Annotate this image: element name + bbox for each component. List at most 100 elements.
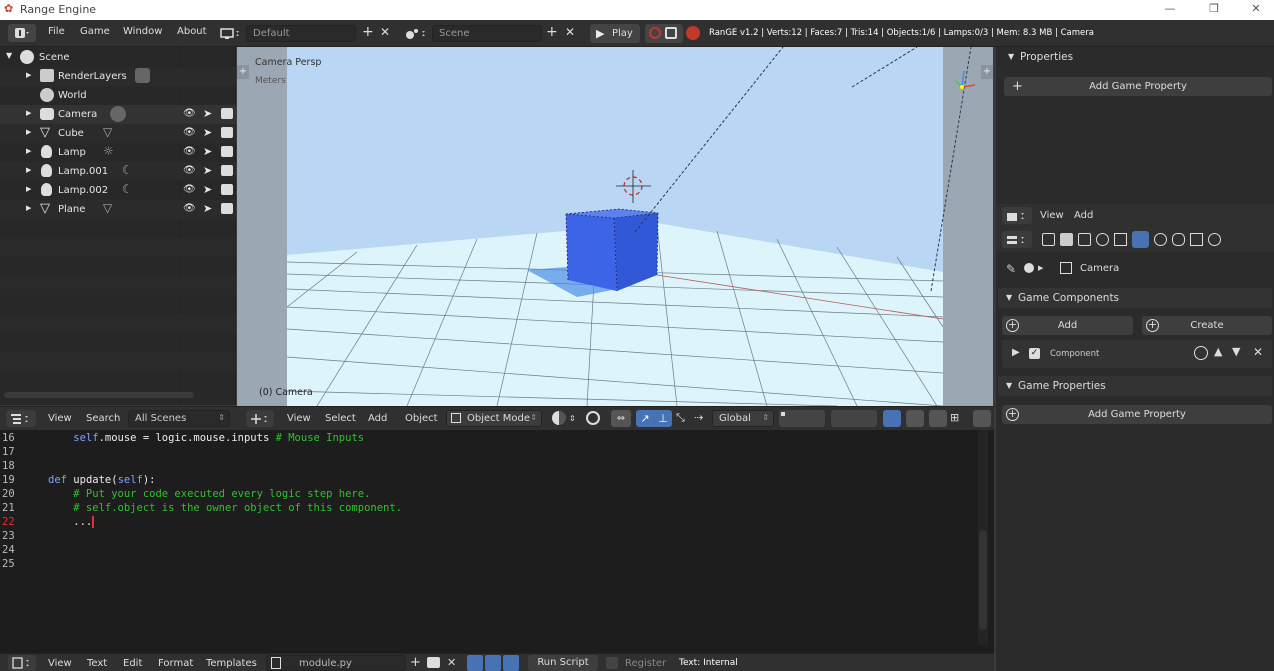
visibility-eye-icon[interactable]: 👁 bbox=[183, 146, 196, 157]
proportional-edit-icon[interactable] bbox=[906, 410, 924, 427]
toolbar-toggle[interactable]: + bbox=[237, 65, 249, 79]
maximize-button[interactable]: ❐ bbox=[1204, 2, 1224, 18]
new-text-button[interactable]: + bbox=[410, 655, 421, 670]
outliner-scrollbar[interactable] bbox=[4, 392, 194, 398]
pivot-point-icon[interactable] bbox=[586, 411, 600, 425]
unlink-text-button[interactable]: ✕ bbox=[447, 656, 456, 669]
menu-game[interactable]: Game bbox=[80, 26, 110, 37]
add-game-property-button[interactable]: + Add Game Property bbox=[1004, 77, 1272, 96]
render-camera-icon[interactable] bbox=[221, 146, 233, 157]
open-folder-icon[interactable] bbox=[427, 657, 440, 668]
visibility-eye-icon[interactable]: 👁 bbox=[183, 127, 196, 138]
snap-magnet-icon[interactable] bbox=[929, 410, 947, 427]
outliner-row-lamp001[interactable]: ▶ Lamp.001 ☾ 👁 ➤ bbox=[0, 162, 236, 181]
add-game-property-button-2[interactable]: + Add Game Property bbox=[1002, 405, 1272, 424]
expand-icon[interactable]: ▶ bbox=[26, 147, 31, 155]
menu-file[interactable]: File bbox=[48, 26, 65, 37]
selectable-cursor-icon[interactable]: ➤ bbox=[203, 202, 212, 215]
render-camera-icon[interactable] bbox=[221, 127, 233, 138]
text-editor[interactable]: 16 self.mouse = logic.mouse.inputs # Mou… bbox=[0, 430, 994, 653]
properties-view-menu[interactable]: View bbox=[1040, 210, 1064, 221]
snap-target-icon[interactable]: ⊞ bbox=[950, 411, 959, 424]
manipulator-toggle[interactable]: ⇔ bbox=[611, 410, 631, 427]
visibility-eye-icon[interactable]: 👁 bbox=[183, 108, 196, 119]
outliner-row-scene[interactable]: ▼ Scene bbox=[0, 48, 236, 67]
visibility-eye-icon[interactable]: 👁 bbox=[183, 165, 196, 176]
lock-camera-icon[interactable] bbox=[883, 410, 901, 427]
dropdown-icon[interactable]: ⇕ bbox=[569, 414, 576, 423]
text-format-menu[interactable]: Format bbox=[158, 658, 193, 669]
render-preview-icon[interactable] bbox=[973, 410, 991, 427]
register-checkbox[interactable] bbox=[606, 657, 618, 669]
scene-field[interactable]: Scene bbox=[432, 25, 542, 42]
selectable-cursor-icon[interactable]: ➤ bbox=[203, 126, 212, 139]
scale-manipulator-icon[interactable]: ⤡ bbox=[676, 411, 685, 425]
workspace-field[interactable]: Default bbox=[246, 25, 356, 42]
viewport-select-menu[interactable]: Select bbox=[325, 413, 356, 424]
render-tab-icon[interactable] bbox=[1042, 233, 1055, 246]
outliner-row-camera[interactable]: ▶ Camera 👁 ➤ bbox=[0, 105, 236, 124]
outliner-view-menu[interactable]: View bbox=[48, 413, 72, 424]
expand-icon[interactable]: ▶ bbox=[26, 185, 31, 193]
game-properties-header[interactable]: ▼ Game Properties bbox=[998, 376, 1272, 396]
transform-icon[interactable]: ⇢ bbox=[694, 411, 703, 424]
text-file-dropdown[interactable]: module.py bbox=[266, 655, 406, 671]
close-button[interactable]: ✕ bbox=[1246, 2, 1266, 18]
scene-data-icon[interactable] bbox=[402, 25, 430, 42]
create-component-button[interactable]: + Create bbox=[1142, 316, 1272, 335]
object-tab-icon[interactable] bbox=[1114, 233, 1127, 246]
viewport-shading-icon[interactable] bbox=[552, 411, 566, 425]
outliner-row-lamp[interactable]: ▶ Lamp ☼ 👁 ➤ bbox=[0, 143, 236, 162]
game-components-header[interactable]: ▼ Game Components bbox=[998, 288, 1272, 308]
reload-component-icon[interactable] bbox=[1194, 346, 1208, 360]
text-editor-icon[interactable] bbox=[8, 655, 36, 671]
word-wrap-toggle-icon[interactable] bbox=[485, 655, 501, 671]
selectable-cursor-icon[interactable]: ➤ bbox=[203, 164, 212, 177]
play-button[interactable]: ▶ Play bbox=[590, 24, 640, 43]
selectable-cursor-icon[interactable]: ➤ bbox=[203, 107, 212, 120]
expand-component-icon[interactable]: ▶ bbox=[1012, 347, 1020, 358]
expand-icon[interactable]: ▶ bbox=[26, 204, 31, 212]
move-up-icon[interactable]: ▲ bbox=[1214, 345, 1222, 358]
render-camera-icon[interactable] bbox=[221, 203, 233, 214]
close-workspace-button[interactable]: ✕ bbox=[380, 25, 390, 39]
visibility-eye-icon[interactable]: 👁 bbox=[183, 184, 196, 195]
record-toggle[interactable] bbox=[645, 24, 683, 43]
add-workspace-button[interactable]: + bbox=[362, 24, 374, 40]
record-stop-icon[interactable] bbox=[686, 26, 700, 40]
outliner-filter-dropdown[interactable]: All Scenes ⇕ bbox=[128, 410, 230, 427]
text-view-menu[interactable]: View bbox=[48, 658, 72, 669]
syntax-highlight-toggle-icon[interactable] bbox=[503, 655, 519, 671]
3d-view-editor-icon[interactable] bbox=[246, 410, 274, 427]
data-tab-icon[interactable] bbox=[1190, 233, 1203, 246]
code-scrollbar-thumb[interactable] bbox=[979, 530, 987, 630]
expand-icon[interactable]: ▶ bbox=[26, 166, 31, 174]
layers-tab-icon[interactable] bbox=[1078, 233, 1091, 246]
info-editor-icon[interactable] bbox=[8, 24, 36, 42]
material-tab-icon[interactable] bbox=[1208, 233, 1221, 246]
minimize-button[interactable]: — bbox=[1160, 2, 1180, 18]
remove-component-icon[interactable]: ✕ bbox=[1253, 345, 1263, 359]
screen-layout-icon[interactable] bbox=[218, 25, 244, 42]
render-camera-icon[interactable] bbox=[221, 184, 233, 195]
text-edit-menu[interactable]: Edit bbox=[123, 658, 142, 669]
pin-icon[interactable]: ✎ bbox=[1006, 262, 1016, 276]
viewport-add-menu[interactable]: Add bbox=[368, 413, 387, 424]
menu-window[interactable]: Window bbox=[123, 26, 162, 37]
menu-about[interactable]: About bbox=[177, 26, 207, 37]
move-down-icon[interactable]: ▼ bbox=[1232, 345, 1240, 358]
outliner-search-menu[interactable]: Search bbox=[86, 413, 120, 424]
outliner-row-renderlayers[interactable]: ▶ RenderLayers bbox=[0, 67, 236, 86]
outliner-row-lamp002[interactable]: ▶ Lamp.002 ☾ 👁 ➤ bbox=[0, 181, 236, 200]
close-scene-button[interactable]: ✕ bbox=[565, 25, 575, 39]
visibility-eye-icon[interactable]: 👁 bbox=[183, 203, 196, 214]
scene-tab-icon[interactable] bbox=[1060, 233, 1073, 246]
layer-buttons-2[interactable] bbox=[831, 410, 877, 427]
outliner-editor-icon[interactable] bbox=[6, 410, 36, 427]
render-camera-icon[interactable] bbox=[221, 108, 233, 119]
expand-icon[interactable]: ▶ bbox=[26, 128, 31, 136]
render-camera-icon[interactable] bbox=[221, 165, 233, 176]
logic-tab-icon[interactable] bbox=[1132, 231, 1149, 248]
properties-add-menu[interactable]: Add bbox=[1074, 210, 1093, 221]
properties-context-icon[interactable] bbox=[1002, 231, 1032, 248]
